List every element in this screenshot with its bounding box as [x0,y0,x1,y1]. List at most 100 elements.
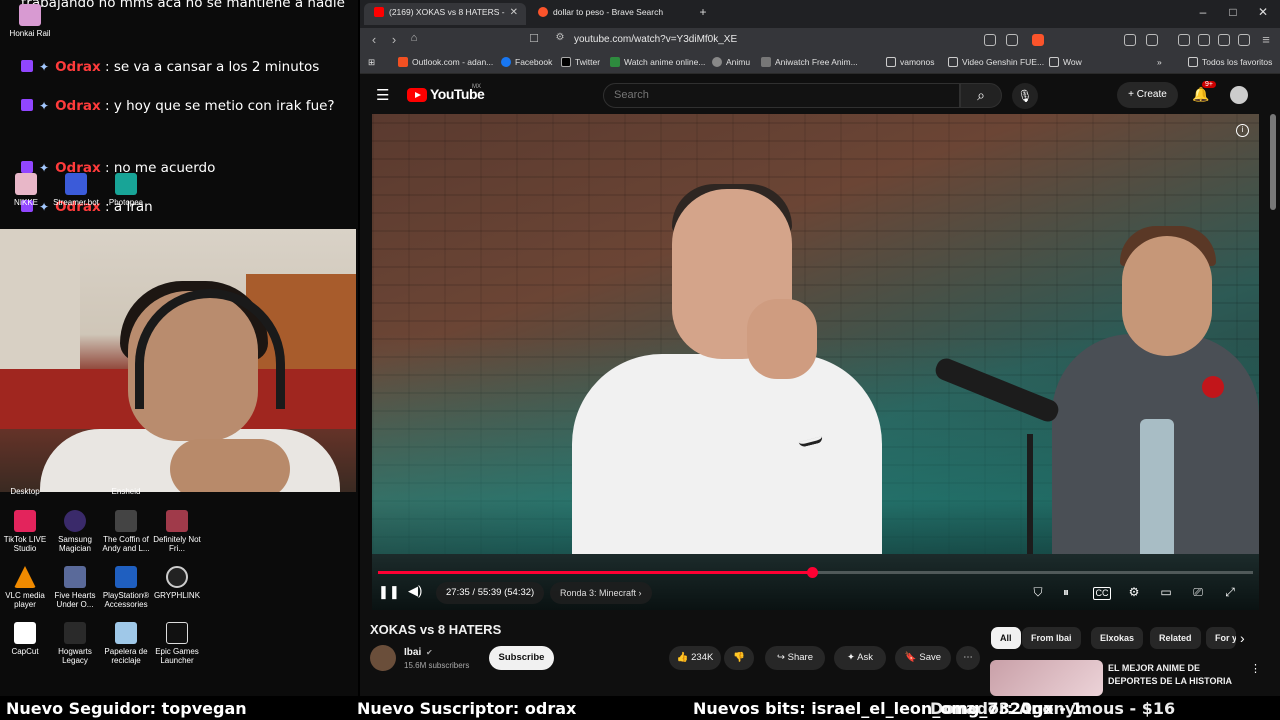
tab-youtube[interactable]: (2169) XOKAS vs 8 HATERS - ✕ [364,3,526,25]
game-icon [166,510,188,532]
mic-icon[interactable]: 🎙 [1012,83,1038,109]
leo-icon[interactable] [1218,34,1230,46]
bookmark-outlook[interactable]: Outlook.com - adan... [398,57,493,67]
bookmark-icon[interactable]: ☐ [524,32,544,45]
all-bookmarks[interactable]: Todos los favoritos [1188,57,1272,67]
chip-related[interactable]: Related [1150,627,1201,649]
brave-shield-icon[interactable] [1032,34,1044,46]
more-actions-icon[interactable]: ⋯ [956,646,980,670]
progress-scrubber[interactable] [807,567,818,578]
menu-icon[interactable]: ≡ [1256,32,1276,47]
bookmark-vamonos[interactable]: vamonos [886,57,935,67]
recommended-thumbnail[interactable] [990,660,1103,696]
screen-icon[interactable] [984,34,996,46]
hogwarts-icon [64,622,86,644]
desktop-icon-photopea[interactable]: Photopea [96,173,156,207]
chip-all[interactable]: All [991,627,1021,649]
bookmark-animu[interactable]: Animu [712,57,750,67]
captions-icon[interactable]: CC [1093,587,1111,600]
close-tab-icon[interactable]: ✕ [510,7,518,18]
desktop-label-partial: Ensheid [111,487,141,496]
apps-grid-icon[interactable]: ⊞ [368,57,375,68]
youtube-logo-icon[interactable] [407,88,427,102]
more-bookmarks-icon[interactable]: » [1157,57,1162,67]
info-icon[interactable]: i [1236,124,1249,137]
search-icon[interactable]: ⌕ [960,83,1002,108]
recommended-title[interactable]: EL MEJOR ANIME DE DEPORTES DE LA HISTORI… [1108,662,1248,688]
new-tab-icon[interactable]: + [688,5,718,19]
desktop-label-partial: Desktop [10,487,40,496]
share-button[interactable]: ↪ Share [765,646,825,670]
cast-icon[interactable]: ⎚ [1189,585,1207,600]
theater-mode-icon[interactable]: ▭ [1157,585,1175,599]
ticker-follower: Nuevo Seguidor: topvegan [6,699,247,718]
sparkle-icon: ✦ [847,652,855,663]
progress-bar[interactable] [378,567,1253,578]
recommended-menu-icon[interactable]: ⋮ [1250,662,1261,675]
shield-icon[interactable]: ⛉ [1029,585,1047,600]
search-box[interactable] [603,83,960,108]
music-icon[interactable] [1178,34,1190,46]
subscribe-button[interactable]: Subscribe [489,646,554,670]
autoplay-toggle-icon[interactable]: ⏸ [1057,585,1075,600]
dislike-button[interactable]: 👎 [724,646,754,670]
youtube-favicon-icon [374,7,384,17]
volume-icon[interactable]: ◀) [408,583,422,599]
page-scrollbar[interactable] [1270,114,1276,210]
bookmark-facebook[interactable]: Facebook [501,57,552,67]
pause-icon[interactable]: ❚❚ [378,584,400,600]
thumbs-down-icon: 👎 [733,652,745,663]
hamburger-menu-icon[interactable]: ☰ [376,86,389,104]
tiktok-icon [14,510,36,532]
video-player[interactable]: i ❚❚ ◀) 27:35 / 55:39 (54:32) Ronda 3: M… [372,114,1259,610]
chip-elxokas[interactable]: Elxokas [1091,627,1144,649]
sidebar-icon[interactable] [1146,34,1158,46]
home-icon[interactable]: ⌂ [404,32,424,44]
ask-button[interactable]: ✦ Ask [834,646,886,670]
verified-icon: ✔ [426,648,433,657]
notification-count-badge: 9+ [1202,81,1216,88]
desktop-icon-definitely-not[interactable]: Definitely Not Fri... [147,510,207,553]
minimize-icon[interactable]: – [1188,5,1218,19]
chip-from-ibai[interactable]: From Ibai [1022,627,1081,649]
anime-site-icon [610,57,620,67]
wallet-icon[interactable] [1198,34,1210,46]
close-window-icon[interactable]: ✕ [1248,5,1278,19]
chip-for-you[interactable]: For yo [1206,627,1236,649]
site-info-icon[interactable]: ⚙ [550,32,570,43]
bookmark-genshin[interactable]: Video Genshin FUE... [948,57,1044,67]
tab-brave-search[interactable]: dollar to peso - Brave Search [528,3,690,25]
desktop-icon-epic-games[interactable]: Epic Games Launcher [147,622,207,665]
desktop-icon-honkai[interactable]: Honkai Rail [0,4,60,38]
twitch-icon [21,161,33,173]
bookmark-twitter[interactable]: Twitter [561,57,600,67]
maximize-icon[interactable]: □ [1218,5,1248,19]
chapter-button[interactable]: Ronda 3: Minecraft › [550,582,652,604]
coffin-game-icon [115,510,137,532]
fullscreen-icon[interactable]: ⤢ [1221,585,1239,600]
samsung-magician-icon [64,510,86,532]
chips-next-icon[interactable]: › [1240,630,1245,646]
channel-name[interactable]: Ibai [404,647,421,658]
settings-gear-icon[interactable]: ⚙ [1125,585,1143,599]
bookmark-aniwatch[interactable]: Aniwatch Free Anim... [761,57,858,67]
create-button[interactable]: + Create [1117,82,1178,108]
like-button[interactable]: 👍 234K [669,646,721,670]
share-icon[interactable] [1006,34,1018,46]
channel-avatar[interactable] [370,645,396,671]
desktop-icon-gryphlink[interactable]: GRYPHLINK [147,566,207,600]
extensions-icon[interactable] [1124,34,1136,46]
bookmark-watch-anime[interactable]: Watch anime online... [610,57,705,67]
back-icon[interactable]: ‹ [364,32,384,47]
save-button[interactable]: 🔖 Save [895,646,951,670]
forward-icon[interactable]: › [384,32,404,47]
notifications-bell-icon[interactable]: 🔔 [1192,86,1209,103]
search-input[interactable] [614,89,914,101]
account-avatar[interactable] [1230,86,1248,104]
url-field[interactable]: youtube.com/watch?v=Y3diMf0k_XE [574,34,737,45]
sparkle-icon: ✦ [39,60,50,74]
bookmark-wow[interactable]: Wow [1049,57,1082,67]
chat-username: Odrax [55,59,101,75]
vpn-icon[interactable] [1238,34,1250,46]
screen: trabajando no mms acá no se mantiene a n… [0,0,1280,720]
